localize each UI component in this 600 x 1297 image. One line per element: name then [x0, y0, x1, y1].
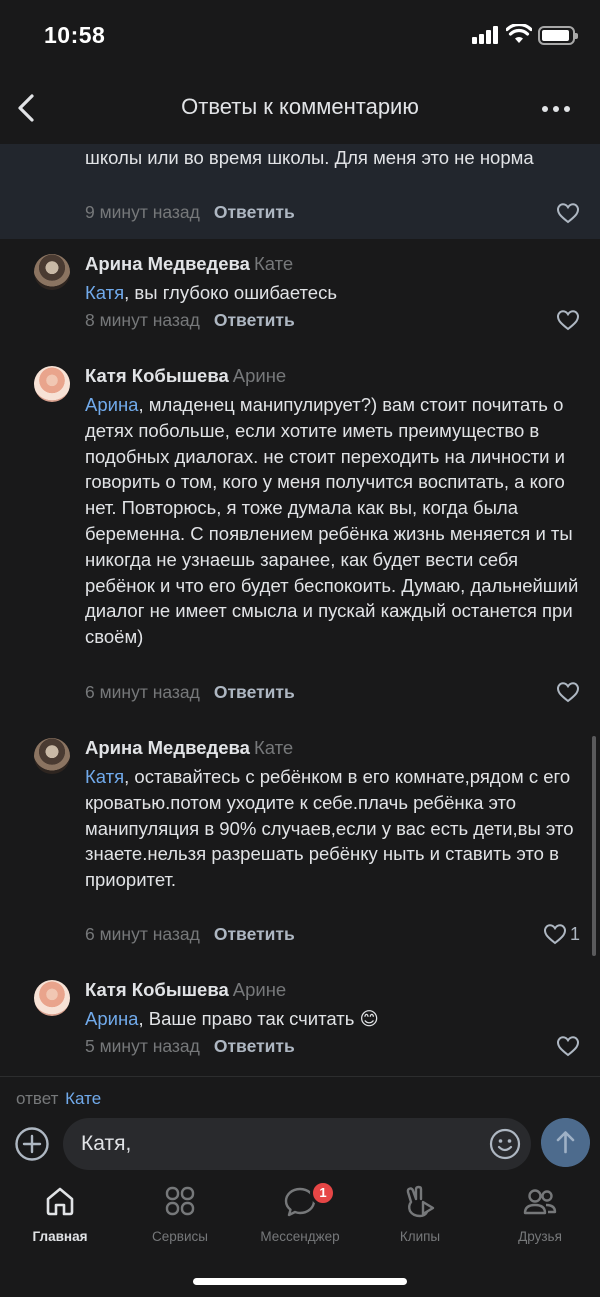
emoji-button[interactable] [489, 1128, 521, 1160]
mention-link[interactable]: Арина [85, 1008, 138, 1029]
avatar[interactable] [34, 980, 70, 1016]
like-button[interactable] [556, 309, 580, 331]
tab-label: Друзья [518, 1229, 562, 1244]
comment-author: Арина Медведева Кате [85, 737, 293, 759]
reply-to-label: ответ Кате [16, 1089, 101, 1109]
attach-button[interactable] [14, 1126, 50, 1162]
author-name[interactable]: Арина Медведева [85, 253, 250, 274]
comment-text: школы или во время школы. Для меня это н… [85, 147, 534, 168]
avatar[interactable] [34, 254, 70, 290]
wifi-icon [506, 24, 532, 43]
comment-meta: 9 минут назад Ответить [85, 202, 295, 223]
message-input[interactable] [81, 1132, 461, 1156]
comment-text: Катя, оставайтесь с ребёнком в его комна… [85, 766, 574, 891]
like-button[interactable] [556, 681, 580, 703]
comment-time: 6 минут назад [85, 682, 200, 702]
reply-target[interactable]: Кате [65, 1089, 101, 1108]
author-name[interactable]: Катя Кобышева [85, 979, 229, 1000]
comment-time: 6 минут назад [85, 924, 200, 944]
signal-icon [472, 26, 502, 44]
battery-icon [538, 26, 578, 45]
like-button[interactable]: 1 [543, 923, 580, 945]
mention-link[interactable]: Катя [85, 766, 124, 787]
comment: Катя Кобышева Арине Арина, младенец манип… [0, 351, 600, 723]
tab-home[interactable]: Главная [0, 1180, 120, 1250]
unread-badge: 1 [310, 1180, 336, 1206]
home-indicator [193, 1278, 407, 1285]
comment-author: Катя Кобышева Арине [85, 979, 286, 1001]
reply-to-name: Арине [232, 979, 287, 1000]
comment-time: 5 минут назад [85, 1036, 200, 1056]
status-time: 10:58 [44, 22, 106, 48]
mention-link[interactable]: Арина [85, 394, 138, 415]
author-name[interactable]: Катя Кобышева [85, 365, 229, 386]
comments-list[interactable]: школы или во время школы. Для меня это н… [0, 144, 600, 1076]
scrollbar[interactable] [592, 736, 596, 956]
tab-bar: Главная Сервисы 1 Мессенджер Клипы Друзь… [0, 1180, 600, 1250]
reply-to-name: Кате [253, 737, 294, 758]
author-name[interactable]: Арина Медведева [85, 737, 250, 758]
reply-button[interactable]: Ответить [214, 310, 295, 330]
clips-icon [406, 1185, 435, 1218]
comment-text: Катя, вы глубоко ошибаетесь [85, 282, 337, 303]
heart-icon [543, 924, 566, 945]
comment-meta: 6 минут назад Ответить [85, 682, 295, 703]
tab-label: Мессенджер [260, 1229, 340, 1244]
header: Ответы к комментарию [0, 72, 600, 144]
reply-prefix: ответ [16, 1089, 59, 1108]
tab-clips[interactable]: Клипы [360, 1180, 480, 1250]
comment-meta: 6 минут назад Ответить [85, 924, 295, 945]
reply-button[interactable]: Ответить [214, 202, 295, 222]
comment-time: 9 минут назад [85, 202, 200, 222]
reply-to-name: Кате [253, 253, 294, 274]
services-icon [165, 1186, 195, 1216]
page-title: Ответы к комментарию [181, 94, 419, 119]
reply-to-name: Арине [232, 365, 287, 386]
comment: Арина Медведева Кате Катя, вы глубоко оши… [0, 239, 600, 351]
comment-time: 8 минут назад [85, 310, 200, 330]
reply-button[interactable]: Ответить [214, 1036, 295, 1056]
heart-icon [556, 203, 580, 224]
avatar[interactable] [34, 738, 70, 774]
comment-meta: 5 минут назад Ответить [85, 1036, 295, 1057]
friends-icon [523, 1189, 557, 1215]
like-count: 1 [569, 923, 580, 944]
heart-icon [556, 682, 580, 703]
comment-author: Катя Кобышева Арине [85, 365, 286, 387]
comment-text: Арина, Ваше право так считать 😊 [85, 1008, 379, 1029]
reply-button[interactable]: Ответить [214, 682, 295, 702]
reply-button[interactable]: Ответить [214, 924, 295, 944]
status-bar: 10:58 [0, 0, 600, 72]
home-icon [46, 1187, 74, 1216]
tab-label: Главная [32, 1229, 88, 1244]
tab-friends[interactable]: Друзья [480, 1180, 600, 1250]
heart-icon [556, 1036, 580, 1057]
more-options-button[interactable] [536, 94, 576, 122]
comment-highlighted: школы или во время школы. Для меня это н… [0, 144, 600, 239]
heart-icon [556, 310, 580, 331]
send-button[interactable] [541, 1118, 590, 1167]
mention-link[interactable]: Катя [85, 282, 124, 303]
comment-author: Арина Медведева Кате [85, 253, 293, 275]
comment: Арина Медведева Кате Катя, оставайтесь с … [0, 723, 600, 965]
divider [0, 1076, 600, 1077]
like-button[interactable] [556, 202, 580, 224]
avatar[interactable] [34, 366, 70, 402]
tab-messenger[interactable]: 1 Мессенджер [240, 1180, 360, 1250]
like-button[interactable] [556, 1035, 580, 1057]
comment-meta: 8 минут назад Ответить [85, 310, 295, 331]
message-input-box [63, 1118, 531, 1170]
tab-label: Клипы [399, 1229, 441, 1244]
tab-label: Сервисы [152, 1229, 208, 1244]
comment-text: Арина, младенец манипулирует?) вам стоит… [85, 394, 579, 648]
tab-services[interactable]: Сервисы [120, 1180, 240, 1250]
comment: Катя Кобышева Арине Арина, Ваше право так… [0, 965, 600, 1076]
